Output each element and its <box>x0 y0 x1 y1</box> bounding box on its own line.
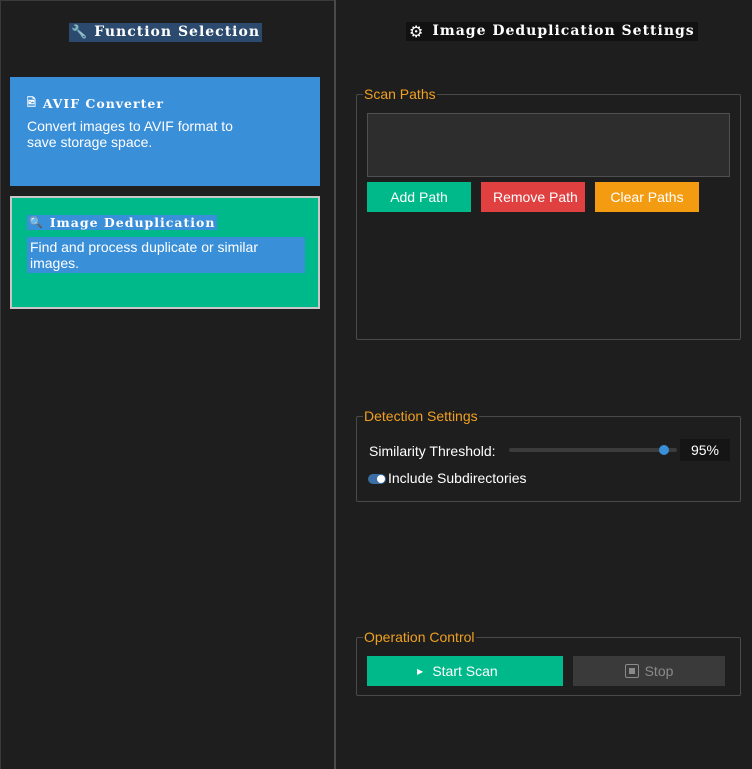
function-selection-label: Function Selection <box>94 24 261 40</box>
toggle-knob <box>377 475 385 483</box>
avif-converter-title-text: AVIF Converter <box>42 96 164 111</box>
add-path-button[interactable]: Add Path <box>367 182 471 212</box>
image-deduplication-title-text: Image Deduplication <box>49 215 216 230</box>
settings-title-text: Image Deduplication Settings <box>432 23 695 39</box>
stop-label: Stop <box>644 663 674 679</box>
wrench-icon: 🔧 <box>71 25 89 40</box>
function-selection-title: 🔧 Function Selection <box>69 23 263 42</box>
settings-title: ⚙ Image Deduplication Settings <box>406 22 698 41</box>
include-subdirectories-toggle[interactable] <box>368 474 386 484</box>
similarity-threshold-slider[interactable] <box>509 445 677 455</box>
slider-handle[interactable] <box>659 445 670 455</box>
panel-splitter[interactable] <box>334 0 336 769</box>
film-reel-icon: ⚙ <box>409 22 425 41</box>
stop-button[interactable]: Stop <box>573 656 725 686</box>
image-deduplication-card[interactable]: 🔍 Image Deduplication Find and process d… <box>10 196 320 309</box>
start-scan-button[interactable]: ▶ Start Scan <box>367 656 563 686</box>
image-file-icon: 🖻 <box>27 96 37 109</box>
similarity-threshold-label: Similarity Threshold: <box>369 443 496 459</box>
app-window: 🔧 Function Selection 🖻 AVIF Converter Co… <box>0 0 752 769</box>
play-icon: ▶ <box>417 666 424 676</box>
similarity-threshold-value: 95% <box>680 439 730 461</box>
avif-converter-card-title: 🖻 AVIF Converter <box>27 94 164 113</box>
start-scan-label: Start Scan <box>432 663 498 679</box>
scan-path-list[interactable] <box>367 113 730 177</box>
detection-settings-legend: Detection Settings <box>363 408 479 424</box>
clear-paths-button[interactable]: Clear Paths <box>595 182 699 212</box>
avif-converter-card[interactable]: 🖻 AVIF Converter Convert images to AVIF … <box>10 77 320 186</box>
avif-converter-description: Convert images to AVIF format to save st… <box>27 118 233 150</box>
scan-paths-group: Scan Paths Add Path Remove Path Clear Pa… <box>356 86 741 340</box>
detection-settings-group: Detection Settings Similarity Threshold:… <box>356 408 741 502</box>
scan-paths-legend: Scan Paths <box>363 86 437 102</box>
remove-path-button[interactable]: Remove Path <box>481 182 585 212</box>
function-selection-panel: 🔧 Function Selection 🖻 AVIF Converter Co… <box>0 0 334 769</box>
image-deduplication-card-title: 🔍 Image Deduplication <box>27 215 218 230</box>
operation-control-legend: Operation Control <box>363 629 476 645</box>
magnifier-icon: 🔍 <box>29 216 44 229</box>
operation-control-group: Operation Control ▶ Start Scan Stop <box>356 629 741 696</box>
image-deduplication-description: Find and process duplicate or similar im… <box>27 237 305 273</box>
stop-icon <box>624 664 639 678</box>
include-subdirectories-label: Include Subdirectories <box>388 470 527 486</box>
